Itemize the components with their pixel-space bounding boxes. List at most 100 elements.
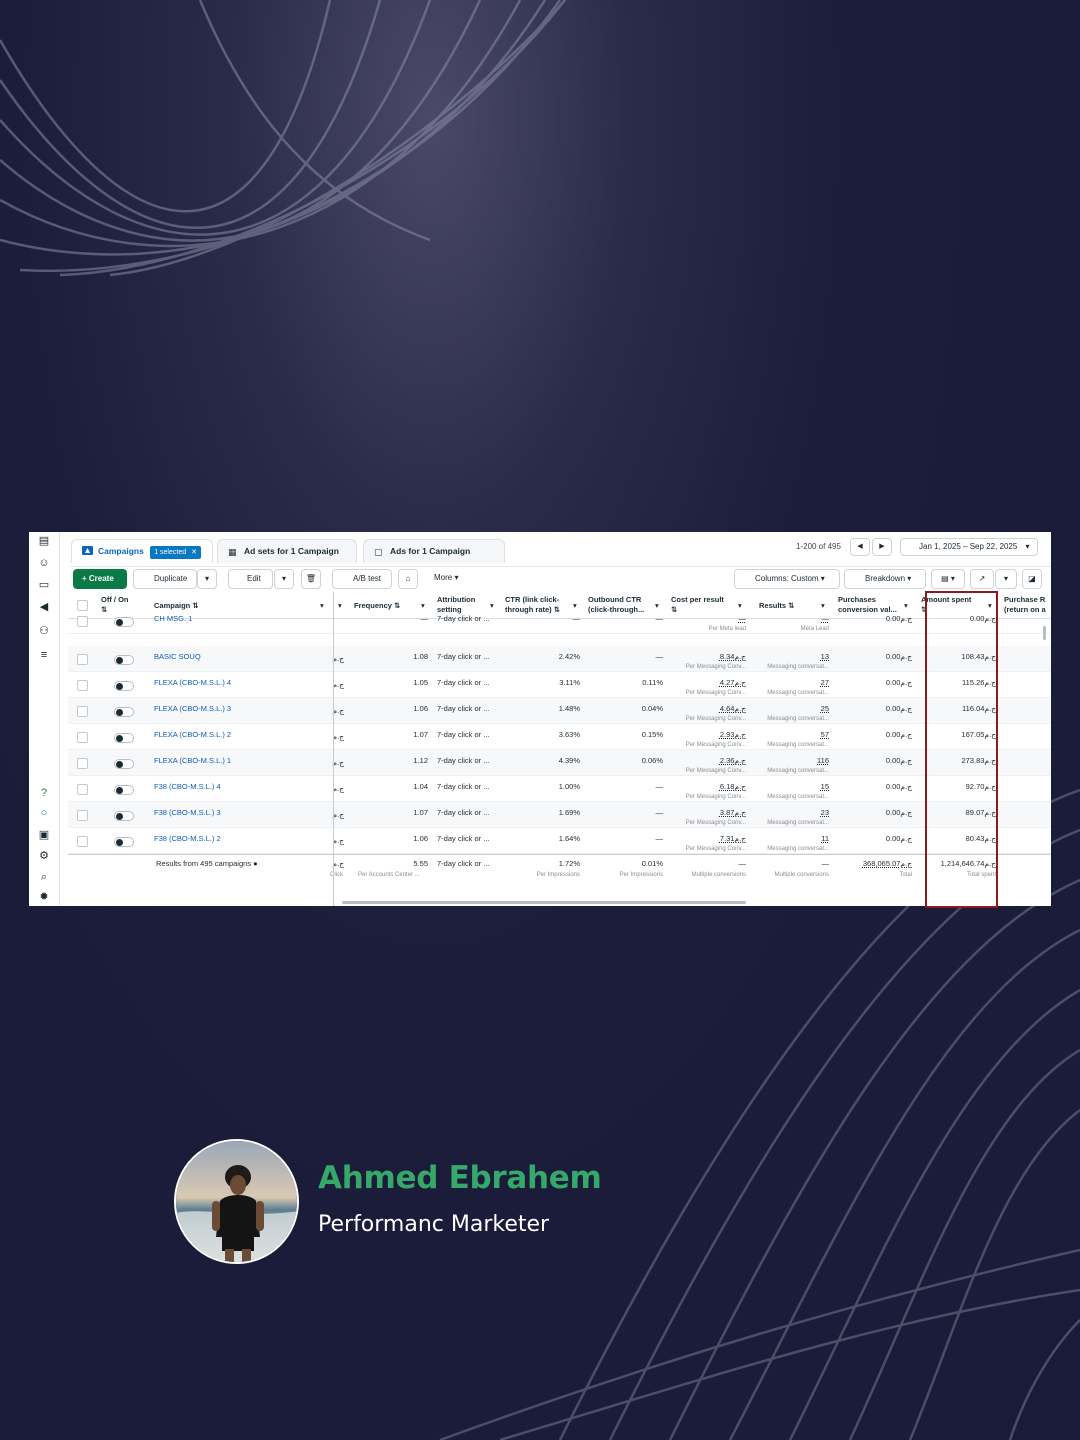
campaign-name-link[interactable]: CH MSG. 1 [154, 614, 192, 624]
table-row[interactable]: FLEXA (CBO-M.S.L.) 1 ج.م 1.12 7-day click o… [68, 750, 1051, 776]
table-row[interactable]: FLEXA (CBO-M.S.L.) 4 ج.م 1.05 7-day click o… [68, 672, 1051, 698]
edit-button[interactable]: Edit [228, 569, 273, 589]
header-attribution[interactable]: Attribution setting [437, 595, 493, 615]
campaign-name-link[interactable]: F38 (CBO-M.S.L.) 4 [154, 782, 221, 792]
selected-count-badge[interactable]: 1 selected ✕ [150, 546, 201, 559]
campaign-toggle[interactable] [114, 681, 134, 691]
header-cpr-dropdown[interactable]: ▾ [738, 601, 742, 611]
attribution-value: 7-day click or ... [437, 704, 490, 713]
row-checkbox[interactable] [77, 758, 88, 769]
export-icon[interactable]: ↗ [970, 569, 994, 589]
chat-icon[interactable]: ○ [37, 806, 51, 820]
campaign-name-link[interactable]: F38 (CBO-M.S.L.) 2 [154, 834, 221, 844]
table-row[interactable]: F38 (CBO-M.S.L.) 4 ج.م 1.04 7-day click or … [68, 776, 1051, 802]
columns-button[interactable]: Columns: Custom ▾ [734, 569, 840, 589]
tab-campaigns[interactable]: Campaigns 1 selected ✕ [71, 539, 213, 563]
header-cost-per-result[interactable]: Cost per result ⇅ [671, 595, 737, 615]
header-attribution-dropdown[interactable]: ▾ [490, 601, 494, 611]
table-row[interactable]: FLEXA (CBO-M.S.L.) 2 ج.م 1.07 7-day click o… [68, 724, 1051, 750]
tab-ads[interactable]: ▢ Ads for 1 Campaign [363, 539, 505, 563]
campaign-name-link[interactable]: FLEXA (CBO-M.S.L.) 3 [154, 704, 231, 714]
header-amount-dropdown[interactable]: ▾ [988, 601, 992, 611]
campaign-toggle[interactable] [114, 733, 134, 743]
header-outbound-ctr[interactable]: Outbound CTR (click-through... [588, 595, 654, 615]
overview-icon[interactable]: ▤ [37, 534, 51, 548]
header-ctr[interactable]: CTR (link click- through rate) ⇅ [505, 595, 577, 615]
header-ctr-dropdown[interactable]: ▾ [573, 601, 577, 611]
row-checkbox[interactable] [77, 810, 88, 821]
prev-page-button[interactable]: ◀ [850, 538, 870, 556]
header-purchase-roas[interactable]: Purchase R (return on a [1004, 595, 1051, 615]
row-checkbox[interactable] [77, 706, 88, 717]
chart-toggle-icon[interactable]: ◪ [1022, 569, 1042, 589]
row-checkbox[interactable] [77, 654, 88, 665]
profile-role: Performanc Marketer [318, 1212, 550, 1237]
next-page-button[interactable]: ▶ [872, 538, 892, 556]
header-frequency[interactable]: Frequency ⇅ [354, 601, 424, 611]
campaign-toggle[interactable] [114, 759, 134, 769]
info-icon[interactable]: ● [253, 859, 258, 868]
tag-icon[interactable]: ⌂ [398, 569, 418, 589]
ab-test-button[interactable]: A/B test [332, 569, 392, 589]
campaign-toggle[interactable] [114, 785, 134, 795]
campaign-toggle[interactable] [114, 811, 134, 821]
campaign-toggle[interactable] [114, 707, 134, 717]
duplicate-dropdown-button[interactable]: ▾ [197, 569, 217, 589]
horizontal-scrollbar[interactable] [342, 901, 746, 904]
campaign-name-link[interactable]: BASIC SOUQ [154, 652, 201, 662]
bug-report-icon[interactable]: ✹ [37, 890, 51, 904]
header-results[interactable]: Results ⇅ [759, 601, 815, 611]
audience-icon[interactable]: ☺ [37, 556, 51, 570]
campaign-name-link[interactable]: FLEXA (CBO-M.S.L.) 2 [154, 730, 231, 740]
help-icon[interactable]: ? [37, 786, 51, 800]
delete-trash-icon[interactable]: 🗑 [301, 569, 321, 589]
edit-dropdown-button[interactable]: ▾ [274, 569, 294, 589]
header-prev-col-dropdown[interactable]: ▾ [338, 601, 342, 611]
clear-selection-icon[interactable]: ✕ [191, 549, 197, 556]
breakdown-button[interactable]: Breakdown ▾ [844, 569, 926, 589]
campaign-toggle[interactable] [114, 655, 134, 665]
more-button[interactable]: More ▾ [426, 569, 470, 589]
select-all-checkbox[interactable] [77, 600, 88, 611]
tab-adsets[interactable]: ▦ Ad sets for 1 Campaign [217, 539, 357, 563]
selected-count-label: 1 selected [154, 549, 187, 556]
campaign-name-link[interactable]: FLEXA (CBO-M.S.L.) 4 [154, 678, 231, 688]
header-purchases-value[interactable]: Purchases conversion val... [838, 595, 904, 615]
amount-spent-value: 89.07ج.م [965, 808, 996, 817]
row-checkbox[interactable] [77, 680, 88, 691]
header-offon[interactable]: Off / On ⇅ [101, 595, 137, 615]
reports-dropdown-button[interactable]: ▤ ▾ [931, 569, 965, 589]
business-graph-icon[interactable]: ⚇ [37, 624, 51, 638]
header-campaign[interactable]: Campaign ⇅ [154, 601, 314, 611]
row-checkbox[interactable] [77, 784, 88, 795]
campaign-toggle[interactable] [114, 837, 134, 847]
campaigns-megaphone-icon[interactable]: ◀ [37, 600, 51, 614]
header-outbound-dropdown[interactable]: ▾ [655, 601, 659, 611]
date-range-picker[interactable]: Jan 1, 2025 – Sep 22, 2025 ▾ [900, 538, 1038, 556]
table-row[interactable]: F38 (CBO-M.S.L.) 3 ج.م 1.07 7-day click or … [68, 802, 1051, 828]
table-row[interactable]: FLEXA (CBO-M.S.L.) 3 ج.م 1.06 7-day click o… [68, 698, 1051, 724]
header-purchases-dropdown[interactable]: ▾ [904, 601, 908, 611]
duplicate-button[interactable]: Duplicate [133, 569, 197, 589]
menu-icon[interactable]: ≡ [37, 648, 51, 662]
campaign-toggle[interactable] [114, 617, 134, 627]
row-checkbox[interactable] [77, 732, 88, 743]
search-icon[interactable]: ⌕ [37, 870, 51, 884]
row-checkbox[interactable] [77, 616, 88, 627]
vertical-scrollbar[interactable] [1043, 626, 1046, 640]
table-row[interactable]: F38 (CBO-M.S.L.) 2 ج.م 1.06 7-day click or … [68, 828, 1051, 854]
row-checkbox[interactable] [77, 836, 88, 847]
header-campaign-dropdown[interactable]: ▾ [320, 601, 324, 611]
table-row[interactable]: CH MSG. 1 — 7-day click or ... — — — Per Meta … [68, 614, 1051, 634]
create-button[interactable]: + Create [73, 569, 127, 589]
header-results-dropdown[interactable]: ▾ [821, 601, 825, 611]
table-row[interactable]: BASIC SOUQ ج.م 1.08 7-day click or ... 2.42%… [68, 646, 1051, 672]
export-dropdown-button[interactable]: ▾ [995, 569, 1017, 589]
header-amount-spent[interactable]: Amount spent ⇅ [921, 595, 987, 615]
billing-icon[interactable]: ▭ [37, 578, 51, 592]
campaign-name-link[interactable]: FLEXA (CBO-M.S.L.) 1 [154, 756, 231, 766]
reports-icon[interactable]: ▣ [37, 828, 51, 842]
header-frequency-dropdown[interactable]: ▾ [421, 601, 425, 611]
campaign-name-link[interactable]: F38 (CBO-M.S.L.) 3 [154, 808, 221, 818]
settings-gear-icon[interactable]: ⚙ [37, 849, 51, 863]
